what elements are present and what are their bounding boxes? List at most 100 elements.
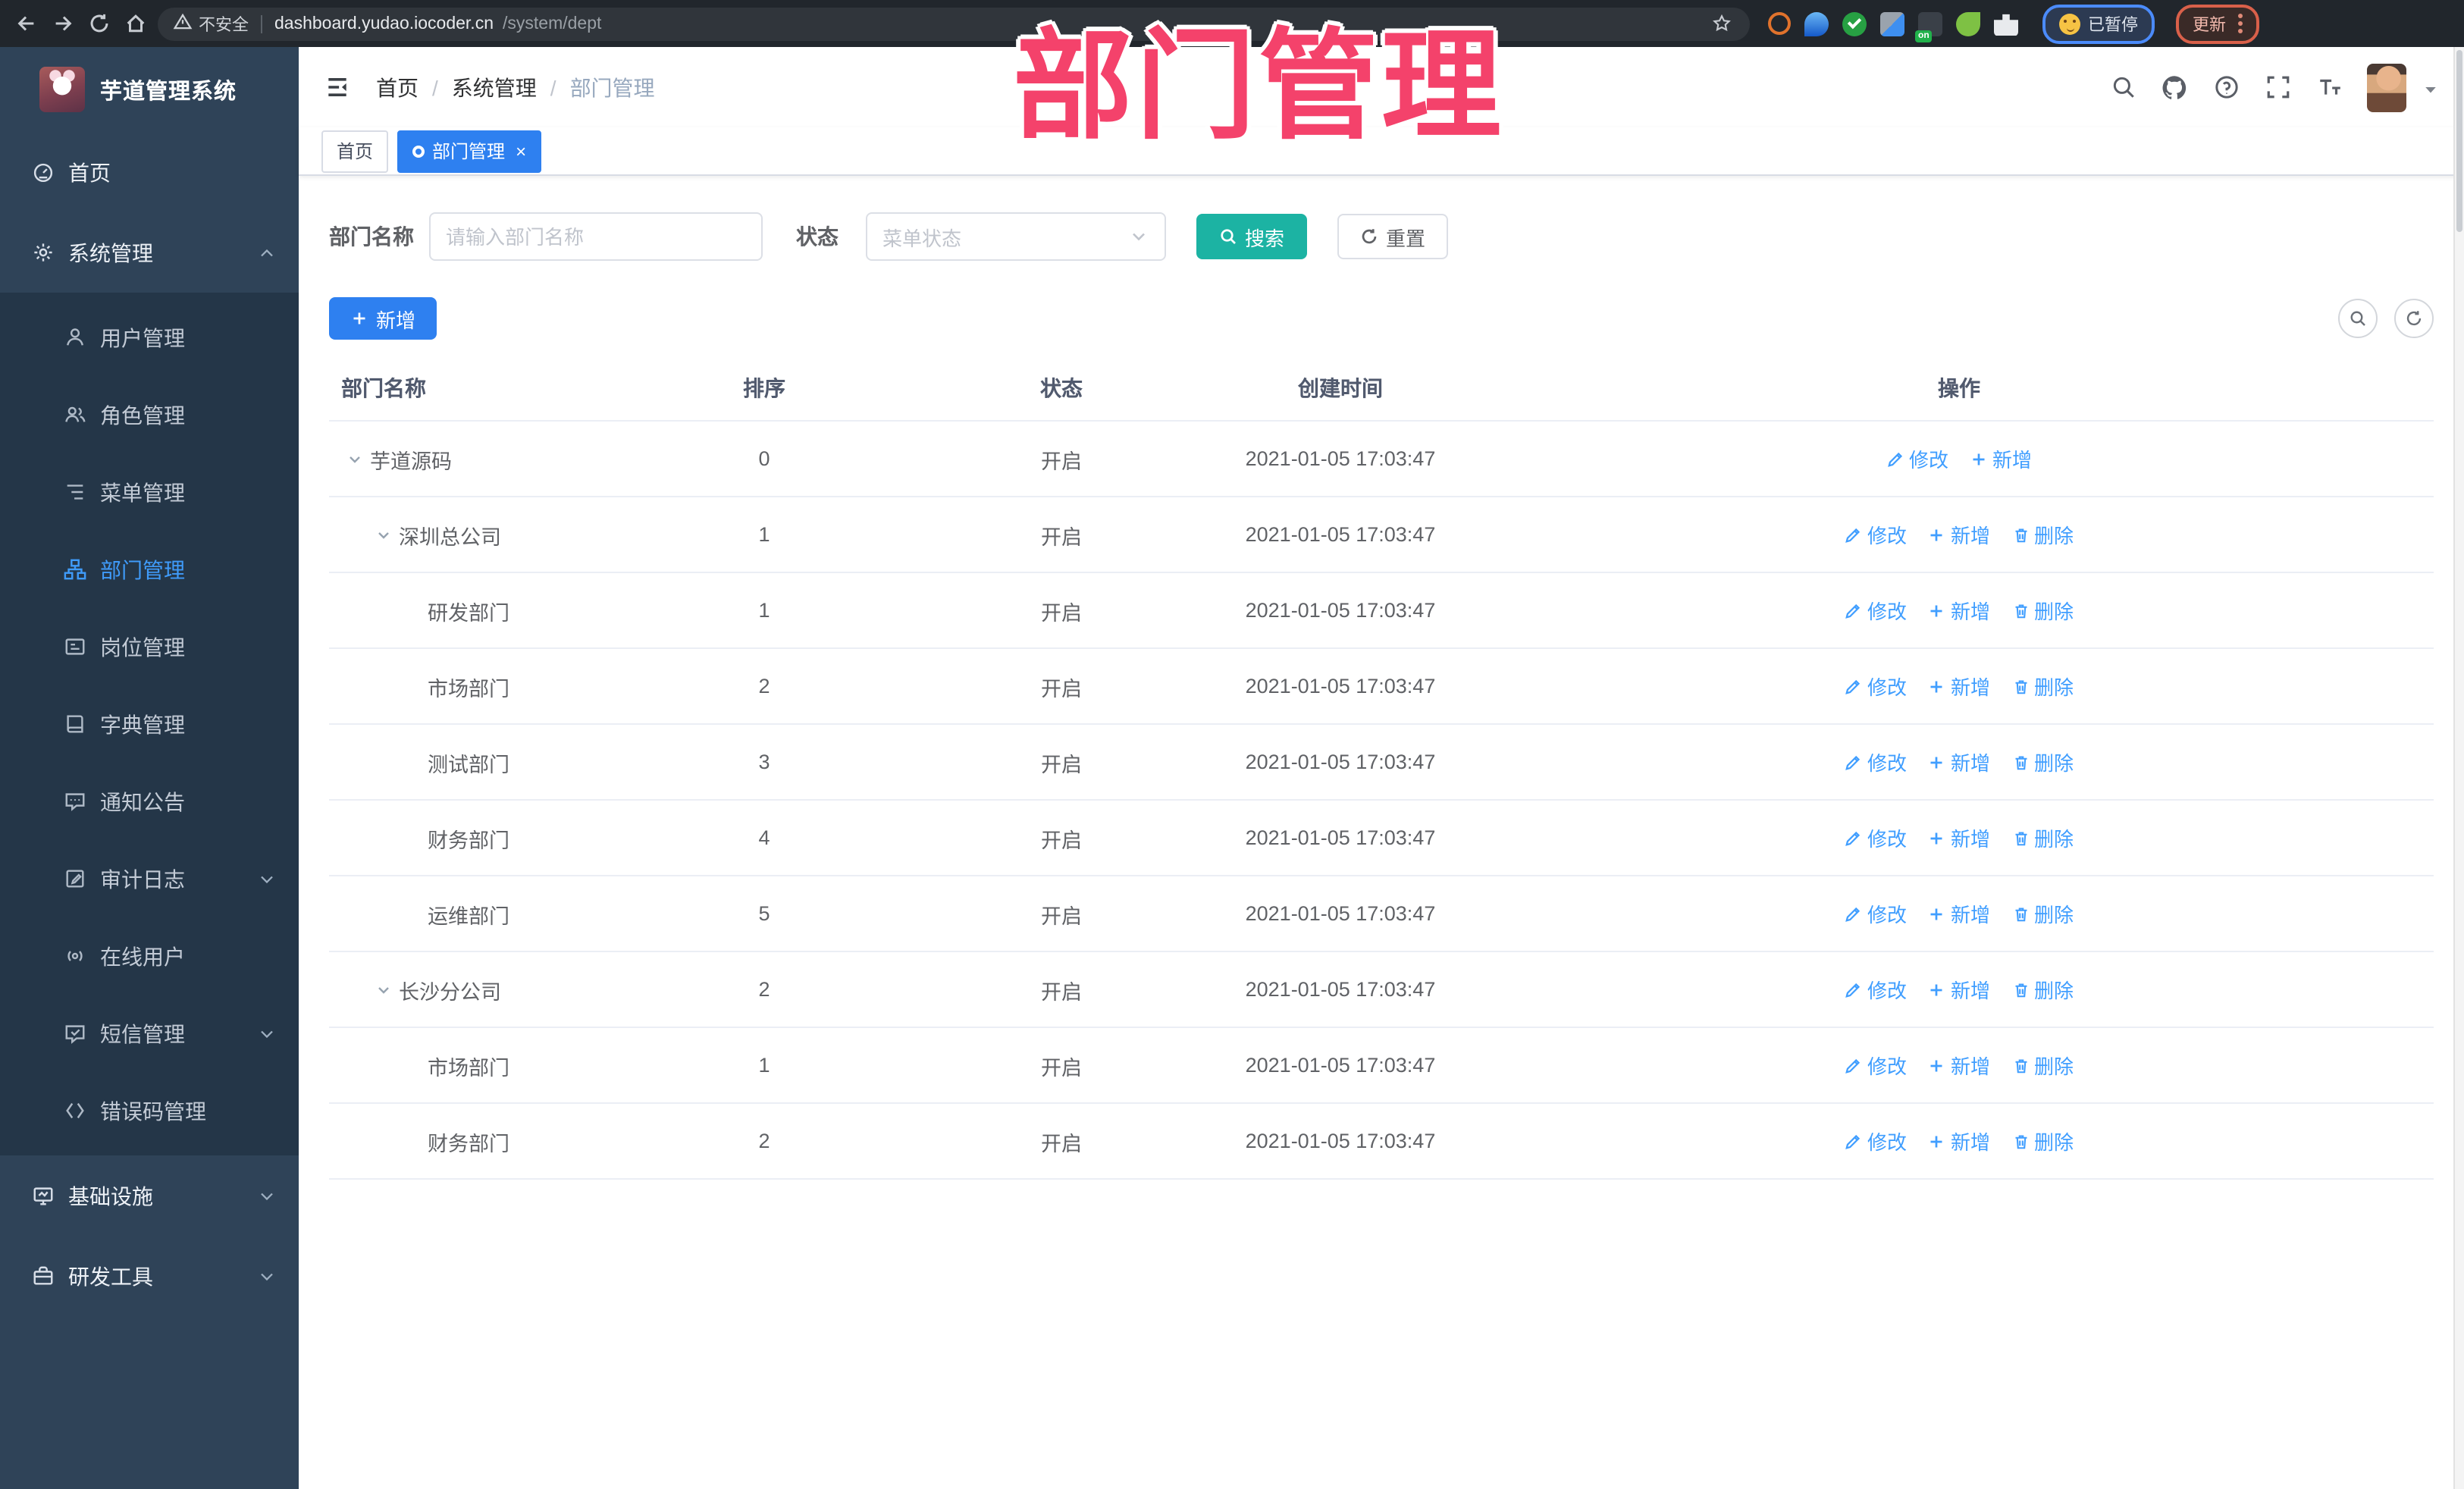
reload-icon[interactable] [85, 10, 112, 37]
warning-triangle-icon [173, 11, 193, 36]
add-action[interactable]: 新增 [1928, 672, 1990, 701]
delete-action[interactable]: 删除 [2011, 672, 2074, 701]
browser-update-button[interactable]: 更新 [2176, 4, 2259, 43]
target-icon[interactable] [1768, 12, 1791, 35]
sidebar-item-6[interactable]: 通知公告 [0, 763, 299, 840]
bookmark-star-icon[interactable] [1707, 10, 1735, 37]
edit-action[interactable]: 修改 [1845, 1051, 1907, 1080]
dept-created: 2021-01-05 17:03:47 [1245, 447, 1436, 470]
expand-caret-icon[interactable] [344, 448, 365, 469]
edit-action[interactable]: 修改 [1845, 975, 1907, 1004]
dept-created: 2021-01-05 17:03:47 [1245, 978, 1436, 1001]
delete-action[interactable]: 删除 [2011, 748, 2074, 776]
delete-action[interactable]: 删除 [2011, 520, 2074, 549]
sidebar-item-10[interactable]: 错误码管理 [0, 1072, 299, 1149]
check-circle-icon[interactable] [1842, 11, 1867, 36]
delete-action[interactable]: 删除 [2011, 1051, 2074, 1080]
sidebar-logo[interactable]: 芋道管理系统 [0, 47, 299, 132]
dept-order: 1 [758, 523, 770, 546]
fullscreen-icon[interactable] [2264, 74, 2291, 101]
expand-caret-icon[interactable] [373, 979, 394, 1000]
caret-down-icon[interactable] [2422, 78, 2440, 96]
sidebar-item-3[interactable]: 研发工具 [0, 1236, 299, 1316]
sidebar-item-active-3[interactable]: 部门管理 [0, 531, 299, 608]
row-actions: 修改 新增 [1484, 444, 2434, 473]
sidebar-item-8[interactable]: 在线用户 [0, 917, 299, 995]
puzzle-icon[interactable] [1994, 14, 2018, 36]
add-button[interactable]: 新增 [329, 297, 437, 340]
edit-action[interactable]: 修改 [1845, 1127, 1907, 1155]
close-icon[interactable]: × [516, 142, 526, 160]
sidebar-item-9[interactable]: 短信管理 [0, 995, 299, 1072]
add-action[interactable]: 新增 [1928, 899, 1990, 928]
add-action[interactable]: 新增 [1970, 444, 2032, 473]
dept-name-input[interactable] [429, 212, 763, 261]
delete-action[interactable]: 删除 [2011, 1127, 2074, 1155]
add-action[interactable]: 新增 [1928, 596, 1990, 625]
column-header: 部门名称 [341, 375, 426, 400]
browser-profile-chip[interactable]: 已暂停 [2042, 4, 2155, 43]
browser-menu-icon[interactable] [2238, 14, 2243, 33]
add-action[interactable]: 新增 [1928, 748, 1990, 776]
back-icon[interactable] [12, 10, 39, 37]
breadcrumb-separator: / [432, 75, 438, 99]
expand-caret-icon[interactable] [373, 524, 394, 545]
page-content: 部门名称 状态 菜单状态 搜索 重置 新增 [299, 176, 2464, 1489]
delete-action[interactable]: 删除 [2011, 975, 2074, 1004]
sidebar-item-2[interactable]: 菜单管理 [0, 453, 299, 531]
sidebar-item-5[interactable]: 字典管理 [0, 685, 299, 763]
address-bar[interactable]: 不安全 dashboard.yudao.iocoder.cn/system/de… [158, 7, 1750, 40]
search-icon[interactable] [2109, 74, 2136, 101]
leaf-icon[interactable] [1956, 11, 1980, 36]
edit-action[interactable]: 修改 [1845, 823, 1907, 852]
column-header: 创建时间 [1298, 375, 1383, 400]
breadcrumb-item[interactable]: 首页 [376, 72, 419, 102]
sidebar-item-1[interactable]: 角色管理 [0, 376, 299, 453]
edit-action[interactable]: 修改 [1845, 672, 1907, 701]
list-on-icon[interactable]: on [1915, 11, 1942, 42]
edit-action[interactable]: 修改 [1845, 596, 1907, 625]
add-action[interactable]: 新增 [1928, 975, 1990, 1004]
add-action[interactable]: 新增 [1928, 520, 1990, 549]
add-action[interactable]: 新增 [1928, 823, 1990, 852]
search-button[interactable]: 搜索 [1196, 214, 1308, 259]
font-size-icon[interactable] [2315, 74, 2343, 101]
user-avatar[interactable] [2367, 63, 2406, 111]
add-action[interactable]: 新增 [1928, 1051, 1990, 1080]
delete-action[interactable]: 删除 [2011, 823, 2074, 852]
home-icon[interactable] [121, 10, 149, 37]
sidebar-item-2[interactable]: 基础设施 [0, 1155, 299, 1236]
forward-icon[interactable] [49, 10, 76, 37]
help-icon[interactable] [2212, 74, 2240, 101]
reset-button[interactable]: 重置 [1337, 214, 1449, 259]
delete-action[interactable]: 删除 [2011, 596, 2074, 625]
sidebar: 芋道管理系统 首页 系统管理 用户管理 角色管理 菜单管理 部门管理 岗位管理 … [0, 47, 299, 1489]
scrollbar-thumb[interactable] [2456, 50, 2462, 232]
tags-view: 首页 部门管理 × [299, 127, 2464, 176]
column-header: 状态 [1040, 375, 1083, 400]
refresh-button[interactable] [2394, 299, 2434, 338]
status-label: 状态 [796, 224, 839, 249]
sidebar-item-4[interactable]: 岗位管理 [0, 608, 299, 685]
breadcrumb-item[interactable]: 系统管理 [452, 72, 537, 102]
sidebar-item-1[interactable]: 系统管理 [0, 212, 299, 293]
toggle-search-button[interactable] [2338, 299, 2378, 338]
browser-scrollbar[interactable] [2453, 47, 2464, 1489]
pin-icon[interactable] [1804, 11, 1829, 36]
add-action[interactable]: 新增 [1928, 1127, 1990, 1155]
grid-icon[interactable] [1880, 11, 1904, 36]
github-icon[interactable] [2161, 74, 2188, 101]
edit-action[interactable]: 修改 [1886, 444, 1948, 473]
delete-action[interactable]: 删除 [2011, 899, 2074, 928]
tab-1[interactable]: 部门管理 × [397, 130, 542, 172]
sidebar-item-0[interactable]: 用户管理 [0, 299, 299, 376]
edit-action[interactable]: 修改 [1845, 748, 1907, 776]
sidebar-item-7[interactable]: 审计日志 [0, 840, 299, 917]
sidebar-item-0[interactable]: 首页 [0, 132, 299, 212]
table-row: 运维部门 5 开启 2021-01-05 17:03:47 修改 新增 删除 [329, 876, 2434, 952]
status-select[interactable]: 菜单状态 [866, 212, 1166, 261]
edit-action[interactable]: 修改 [1845, 520, 1907, 549]
sidebar-fold-icon[interactable] [321, 72, 352, 102]
tab-0[interactable]: 首页 [321, 130, 389, 172]
edit-action[interactable]: 修改 [1845, 899, 1907, 928]
